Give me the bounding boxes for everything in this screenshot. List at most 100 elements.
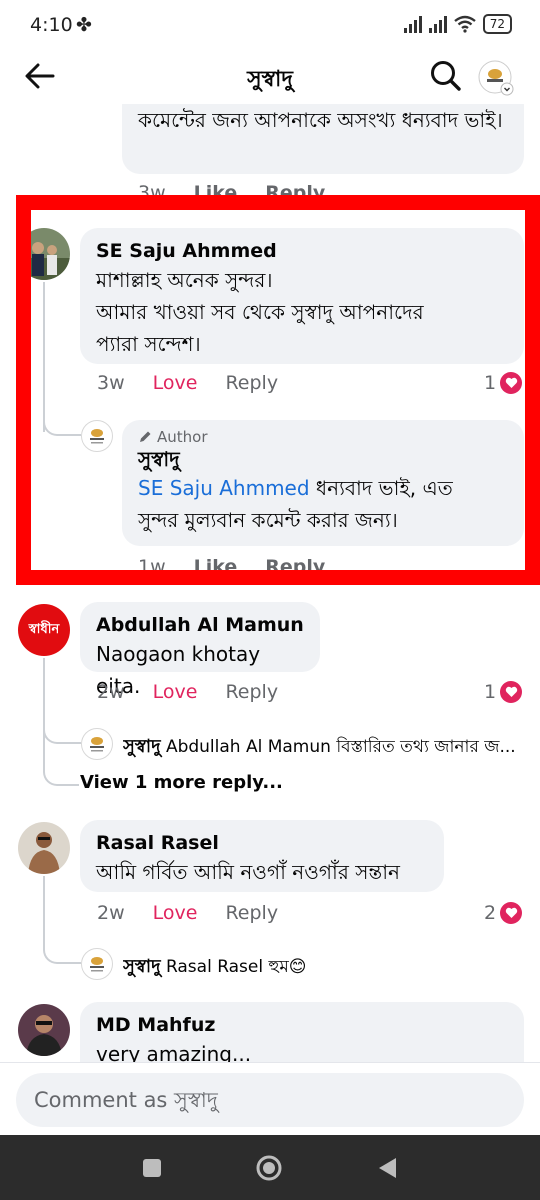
avatar[interactable]	[18, 1004, 70, 1056]
signal-icon	[403, 15, 422, 33]
comment-bubble[interactable]: MD Mahfuz very amazing...	[80, 1002, 524, 1062]
author-reply-text1: ধন্যবাদ ভাই, এত	[309, 476, 453, 500]
partial-reply-reply-button[interactable]: Reply	[265, 182, 325, 204]
page-avatar[interactable]	[81, 420, 113, 452]
page-avatar[interactable]	[81, 728, 113, 760]
circle-icon	[256, 1155, 282, 1181]
reply-author[interactable]: সুস্বাদু	[123, 736, 161, 757]
status-bar: 4:10 ✤ 72	[0, 0, 540, 52]
comment-text-line1: মাশাল্লাহ অনেক সুন্দর।	[96, 268, 273, 292]
reaction-number: 2	[484, 902, 497, 924]
comment-actions: 2w Love Reply	[97, 902, 278, 924]
reply-button[interactable]: Reply	[225, 681, 278, 703]
love-button[interactable]: Love	[153, 372, 198, 394]
battery-indicator: 72	[482, 14, 512, 34]
comment-composer: Comment as সুস্বাদু	[0, 1062, 540, 1135]
reaction-count[interactable]: 2	[484, 902, 523, 924]
comment-text-line3: প্যারা সন্দেশ।	[96, 332, 201, 356]
square-icon	[143, 1159, 161, 1177]
partial-reply-text: কমেন্টের জন্য আপনাকে অসংখ্য ধন্যবাদ ভাই।	[138, 108, 503, 132]
reaction-count[interactable]: 1	[484, 681, 523, 703]
avatar[interactable]: স্বাধীন	[18, 604, 70, 656]
author-reply-like-button[interactable]: Like	[194, 556, 238, 578]
recents-button[interactable]	[137, 1153, 167, 1183]
heart-icon	[500, 681, 523, 703]
comment-actions: 2w Love Reply	[97, 681, 278, 703]
header: সুস্বাদু	[0, 52, 540, 104]
partial-reply-like-button[interactable]: Like	[194, 182, 238, 204]
reaction-number: 1	[484, 372, 497, 394]
thread-hook	[43, 942, 81, 964]
author-reply-time: 1w	[138, 556, 166, 578]
reply-preview: Abdullah Al Mamun বিস্তারিত তথ্য জানার জ…	[165, 737, 516, 757]
reply-button[interactable]: Reply	[225, 372, 278, 394]
heart-icon	[500, 902, 523, 924]
collapsed-reply[interactable]: সুস্বাদু Rasal Rasel হুম😊	[123, 952, 523, 983]
system-navigation-bar	[0, 1135, 540, 1200]
pencil-icon	[140, 431, 151, 442]
comment-actions: 3w Love Reply	[97, 372, 278, 394]
search-button[interactable]	[428, 58, 464, 94]
author-reply-line2: সুন্দর মুল্যবান কমেন্ট করার জন্য।	[138, 508, 398, 532]
reply-preview: Rasal Rasel হুম😊	[165, 957, 307, 977]
author-reply-line1: SE Saju Ahmmed ধন্যবাদ ভাই, এত	[138, 472, 508, 504]
reply-button[interactable]: Reply	[225, 902, 278, 924]
comment-bubble[interactable]: SE Saju Ahmmed মাশাল্লাহ অনেক সুন্দর। আম…	[80, 228, 524, 364]
page-logo-icon	[90, 957, 104, 972]
comment-author[interactable]: Abdullah Al Mamun	[96, 612, 304, 638]
comment-time: 2w	[97, 681, 125, 703]
avatar[interactable]	[18, 228, 70, 280]
reply-author[interactable]: সুস্বাদু	[123, 956, 161, 977]
partial-reply-actions: 3w Like Reply	[138, 182, 325, 204]
page-logo-icon	[90, 429, 104, 444]
comment-author[interactable]: Rasal Rasel	[96, 830, 428, 856]
reaction-count[interactable]: 1	[484, 372, 523, 394]
triangle-back-icon	[379, 1158, 396, 1178]
collapsed-reply[interactable]: সুস্বাদু Abdullah Al Mamun বিস্তারিত তথ্…	[123, 732, 523, 763]
status-time: 4:10	[30, 14, 73, 36]
partial-reply-bubble: কমেন্টের জন্য আপনাকে অসংখ্য ধন্যবাদ ভাই।	[122, 104, 524, 174]
avatar-text: স্বাধীন	[28, 621, 60, 637]
heart-icon	[500, 372, 523, 394]
page-logo-icon	[90, 737, 104, 752]
partial-reply-time: 3w	[138, 182, 166, 204]
reaction-number: 1	[484, 681, 497, 703]
author-reply-reply-button[interactable]: Reply	[265, 556, 325, 578]
author-badge-label: Author	[157, 428, 208, 446]
mention-link[interactable]: SE Saju Ahmmed	[138, 476, 310, 500]
comment-text: very amazing...	[96, 1042, 252, 1062]
comment-bubble[interactable]: Abdullah Al Mamun Naogaon khotay eita.	[80, 602, 320, 698]
avatar[interactable]	[18, 822, 70, 874]
comments-feed[interactable]: কমেন্টের জন্য আপনাকে অসংখ্য ধন্যবাদ ভাই।…	[0, 104, 540, 1062]
comment-text: আমি গর্বিত আমি নওগাঁ নওগাঁর সন্তান	[96, 860, 400, 884]
thread-hook	[43, 754, 79, 786]
page-avatar-icon	[478, 60, 514, 96]
love-button[interactable]: Love	[153, 681, 198, 703]
comment-text-line2: আমার খাওয়া সব থেকে সুস্বাদু আপনাদের	[96, 300, 424, 324]
comment-author[interactable]: MD Mahfuz	[96, 1012, 508, 1038]
thread-line	[43, 876, 45, 946]
love-button[interactable]: Love	[153, 902, 198, 924]
thread-hook	[43, 404, 81, 436]
comment-bubble[interactable]: Rasal Rasel আমি গর্বিত আমি নওগাঁ নওগাঁর …	[80, 820, 444, 892]
fan-icon: ✤	[76, 14, 92, 36]
wifi-icon	[453, 15, 476, 33]
author-badge: Author	[138, 428, 508, 446]
comment-time: 3w	[97, 372, 125, 394]
author-reply-bubble[interactable]: Author সুস্বাদু SE Saju Ahmmed ধন্যবাদ ভ…	[122, 420, 524, 546]
thread-line	[43, 658, 45, 758]
profile-switcher[interactable]	[478, 60, 514, 96]
search-icon	[431, 61, 461, 91]
view-more-replies[interactable]: View 1 more reply...	[80, 772, 283, 793]
comment-author[interactable]: SE Saju Ahmmed	[96, 238, 508, 264]
back-nav-button[interactable]	[372, 1153, 402, 1183]
author-name[interactable]: সুস্বাদু	[138, 446, 508, 472]
status-icons: 72	[403, 14, 512, 34]
page-avatar[interactable]	[81, 948, 113, 980]
comment-input[interactable]: Comment as সুস্বাদু	[16, 1073, 524, 1127]
signal-icon-2	[428, 15, 447, 33]
comment-time: 2w	[97, 902, 125, 924]
author-reply-actions: 1w Like Reply	[138, 556, 325, 578]
home-button[interactable]	[254, 1153, 284, 1183]
thread-hook	[43, 722, 81, 744]
